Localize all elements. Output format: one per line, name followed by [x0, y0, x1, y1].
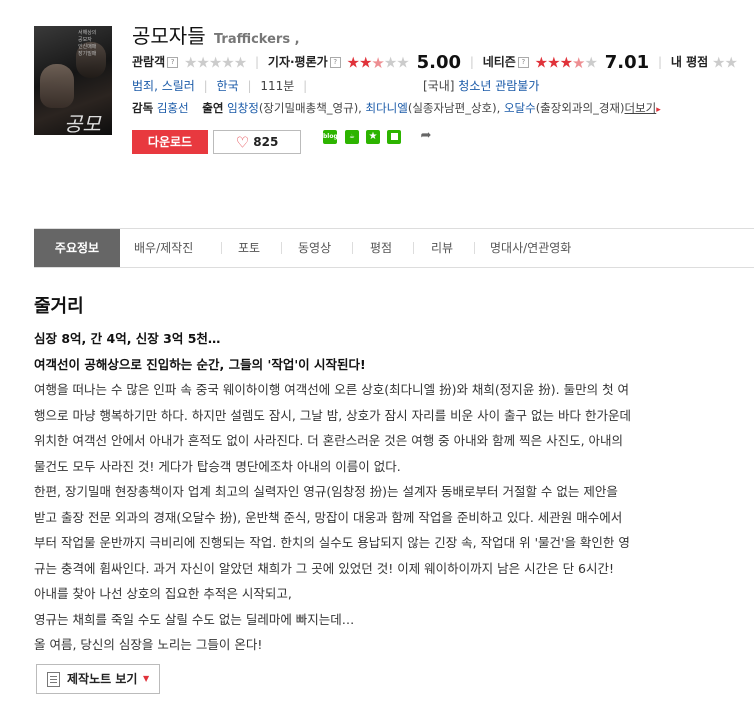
- critic-rating-label: 기자·평론가: [267, 55, 328, 69]
- tab-ratings[interactable]: 평점: [370, 229, 392, 267]
- heart-icon: ♡: [235, 133, 250, 152]
- runtime: 111분: [260, 79, 295, 93]
- tab-divider: [221, 242, 222, 254]
- chevron-right-icon: ▸: [656, 105, 661, 115]
- synopsis-line: 한편, 장기밀매 현장총책이자 업계 최고의 실력자인 영규(임창정 扮)는 설…: [34, 484, 618, 499]
- share-icon[interactable]: ➦: [419, 129, 433, 144]
- poster-title-text: 공모: [64, 112, 101, 135]
- movie-title-ko: 공모자들: [132, 24, 206, 48]
- tab-divider: [352, 242, 353, 254]
- ratings-row: 관람객? ★★★★★ | 기자·평론가? ★★★★★ 5.00 | 네티즌? ★…: [132, 52, 738, 73]
- director-label: 감독: [132, 101, 154, 115]
- synopsis-line: 부터 작업물 운반까지 극비리에 진행되는 작업. 한치의 실수도 용납되지 않…: [34, 535, 630, 550]
- age-rating-prefix: [국내]: [423, 79, 455, 93]
- cast-link-3[interactable]: 오달수: [504, 101, 536, 115]
- divider: |: [255, 55, 260, 69]
- band-share-icon[interactable]: [387, 130, 401, 144]
- tab-main-info[interactable]: 주요정보: [34, 229, 120, 267]
- download-button[interactable]: 다운로드: [132, 130, 208, 154]
- like-count: 825: [253, 135, 279, 149]
- synopsis-line: 영규는 채희를 죽일 수도 살릴 수도 없는 딜레마에 빠지는데…: [34, 611, 355, 627]
- tab-divider: [281, 242, 282, 254]
- cafe-share-icon[interactable]: ☕: [345, 130, 359, 144]
- bookmark-share-icon[interactable]: ★: [366, 130, 380, 144]
- divider: |: [469, 55, 474, 69]
- divider: |: [303, 79, 308, 93]
- more-cast-link[interactable]: 더보기: [624, 101, 656, 115]
- poster-figure-left: [40, 64, 74, 108]
- help-icon[interactable]: ?: [517, 57, 529, 68]
- cast-role-2: (실종자남편_상호),: [407, 101, 501, 115]
- audience-rating-label: 관람객: [132, 55, 166, 69]
- synopsis-tagline-2: 여객선이 공해상으로 진입하는 순간, 그들의 '작업'이 시작된다!: [34, 356, 366, 372]
- country-link[interactable]: 한국: [217, 79, 239, 93]
- genre-link[interactable]: 범죄, 스릴러: [132, 79, 195, 93]
- synopsis-line: 행으로 마냥 행복하기만 하다. 하지만 설렘도 잠시, 그날 밤, 상호가 잠…: [34, 407, 631, 423]
- cast-link-1[interactable]: 임창정: [227, 101, 259, 115]
- critic-stars: ★★★★★: [346, 53, 410, 72]
- tab-divider: [474, 242, 475, 254]
- tab-bar: 주요정보 배우/제작진 포토 동영상 평점 리뷰 명대사/연관영화: [34, 228, 754, 268]
- synopsis-line: 올 여름, 당신의 심장을 노리는 그들이 온다!: [34, 637, 263, 652]
- help-icon[interactable]: ?: [329, 57, 341, 68]
- poster-tagline: 서해상의 공모자 인신매매 장기밀매: [78, 30, 97, 57]
- divider: |: [203, 79, 208, 93]
- audience-stars: ★★★★★: [183, 53, 247, 72]
- age-rating: [국내] 청소년 관람불가: [423, 77, 539, 94]
- synopsis-heading: 줄거리: [34, 296, 84, 317]
- synopsis-tagline-1: 심장 8억, 간 4억, 신장 3억 5천…: [34, 331, 221, 346]
- tab-photo[interactable]: 포토: [238, 229, 260, 267]
- critic-score: 5.00: [416, 52, 462, 73]
- netizen-rating-label: 네티즌: [482, 55, 516, 69]
- netizen-score: 7.01: [604, 52, 650, 73]
- divider: |: [658, 55, 663, 69]
- my-rating-label: 내 평점: [670, 55, 709, 69]
- synopsis-line: 여행을 떠나는 수 많은 인파 속 중국 웨이하이행 여객선에 오른 상호(최다…: [34, 382, 630, 397]
- synopsis-line: 아내를 찾아 나선 상호의 집요한 추적은 시작되고,: [34, 586, 292, 601]
- age-rating-link[interactable]: 청소년 관람불가: [458, 79, 539, 93]
- production-notes-button[interactable]: 제작노트 보기 ▼: [36, 664, 160, 694]
- director-link[interactable]: 김홍선: [157, 101, 189, 115]
- netizen-stars: ★★★★★: [534, 53, 598, 72]
- tab-quotes-related[interactable]: 명대사/연관영화: [490, 229, 571, 267]
- movie-poster[interactable]: 서해상의 공모자 인신매매 장기밀매 공모: [34, 26, 112, 135]
- my-rating-stars[interactable]: ★★: [712, 54, 738, 72]
- synopsis-line: 받고 출장 전문 외과의 경재(오달수 扮), 운반책 준식, 망잡이 대웅과 …: [34, 509, 623, 525]
- cast-link-2[interactable]: 최다니엘: [366, 101, 408, 115]
- tab-divider: [413, 242, 414, 254]
- production-notes-label: 제작노트 보기: [67, 672, 138, 686]
- cast-role-1: (장기밀매총책_영규),: [258, 101, 362, 115]
- tab-cast-crew[interactable]: 배우/제작진: [134, 229, 193, 267]
- tab-video[interactable]: 동영상: [298, 229, 331, 267]
- synopsis-body: 심장 8억, 간 4억, 신장 3억 5천… 여객선이 공해상으로 진입하는 순…: [34, 326, 724, 658]
- caret-down-icon: ▼: [143, 674, 150, 683]
- document-icon: [47, 672, 60, 687]
- movie-title-en: Traffickers ,: [213, 32, 300, 47]
- tab-reviews[interactable]: 리뷰: [431, 229, 453, 267]
- synopsis-line: 위치한 여객선 안에서 아내가 흔적도 없이 사라진다. 더 혼란스러운 것은 …: [34, 433, 624, 448]
- help-icon[interactable]: ?: [167, 57, 179, 68]
- blog-share-icon[interactable]: blog: [323, 130, 338, 144]
- cast-label: 출연: [202, 101, 224, 115]
- divider: |: [247, 79, 252, 93]
- movie-title: 공모자들 Traffickers ,: [132, 20, 300, 49]
- synopsis-line: 규는 충격에 휩싸인다. 과거 자신이 알았던 채희가 그 곳에 있었던 것! …: [34, 560, 615, 576]
- like-button[interactable]: ♡ 825: [213, 130, 301, 154]
- synopsis-line: 물건도 모두 사라진 것! 게다가 탑승객 명단에조차 아내의 이름이 없다.: [34, 458, 401, 474]
- credits-row: 감독 김홍선 출연 임창정(장기밀매총책_영규), 최다니엘(실종자남편_상호)…: [132, 100, 661, 116]
- info-row: 범죄, 스릴러 | 한국 | 111분 |: [132, 77, 312, 94]
- cast-role-3: (출장외과의_경재): [535, 101, 625, 115]
